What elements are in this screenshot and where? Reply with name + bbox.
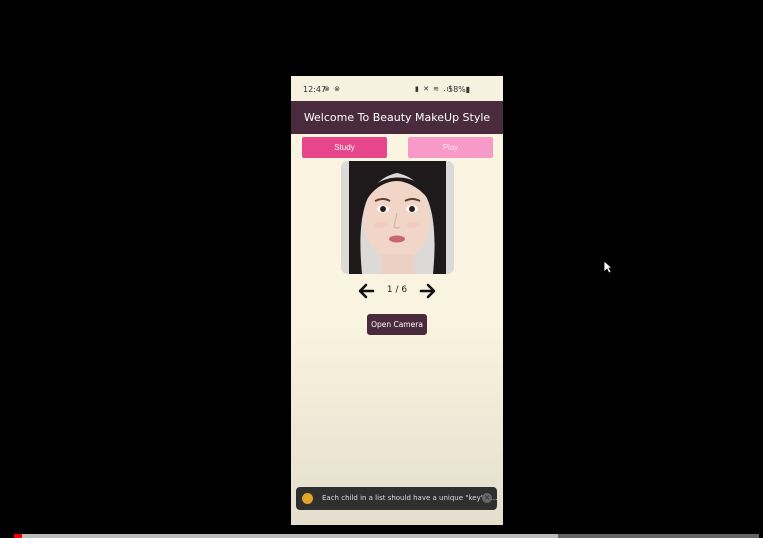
video-progress-buffered [14, 534, 558, 538]
close-icon[interactable]: ✕ [482, 493, 492, 503]
system-icons: ▮ ✕ ≋ .ıl [415, 85, 453, 93]
video-progress-bar[interactable] [14, 534, 759, 538]
video-progress-played [14, 534, 22, 538]
warning-toast[interactable]: Each child in a list should have a uniqu… [296, 487, 497, 510]
open-camera-button[interactable]: Open Camera [367, 314, 427, 335]
notification-icons: ⊗ ⊗ [324, 85, 341, 93]
phone-screen: 12:47 ⊗ ⊗ ▮ ✕ ≋ .ıl 58%▮ Welcome To Beau… [291, 76, 503, 525]
page-title: Welcome To Beauty MakeUp Style [303, 111, 491, 124]
study-tab-button[interactable]: Study [302, 137, 387, 158]
battery-indicator: 58%▮ [448, 85, 471, 94]
image-counter: 1 / 6 [386, 285, 408, 295]
status-bar: 12:47 ⊗ ⊗ ▮ ✕ ≋ .ıl 58%▮ [291, 76, 503, 101]
arrow-left-icon[interactable] [356, 281, 376, 301]
face-image [341, 161, 454, 274]
arrow-right-icon[interactable] [418, 281, 438, 301]
status-time: 12:47 [303, 85, 327, 94]
face-portrait-illustration [341, 161, 454, 274]
carousel-nav: 1 / 6 [291, 281, 503, 301]
play-tab-button[interactable]: Play [408, 137, 493, 158]
toast-message: Each child in a list should have a uniqu… [322, 494, 498, 502]
app-header: Welcome To Beauty MakeUp Style [291, 101, 503, 134]
mouse-cursor-icon [603, 260, 613, 274]
warning-icon [302, 493, 313, 504]
